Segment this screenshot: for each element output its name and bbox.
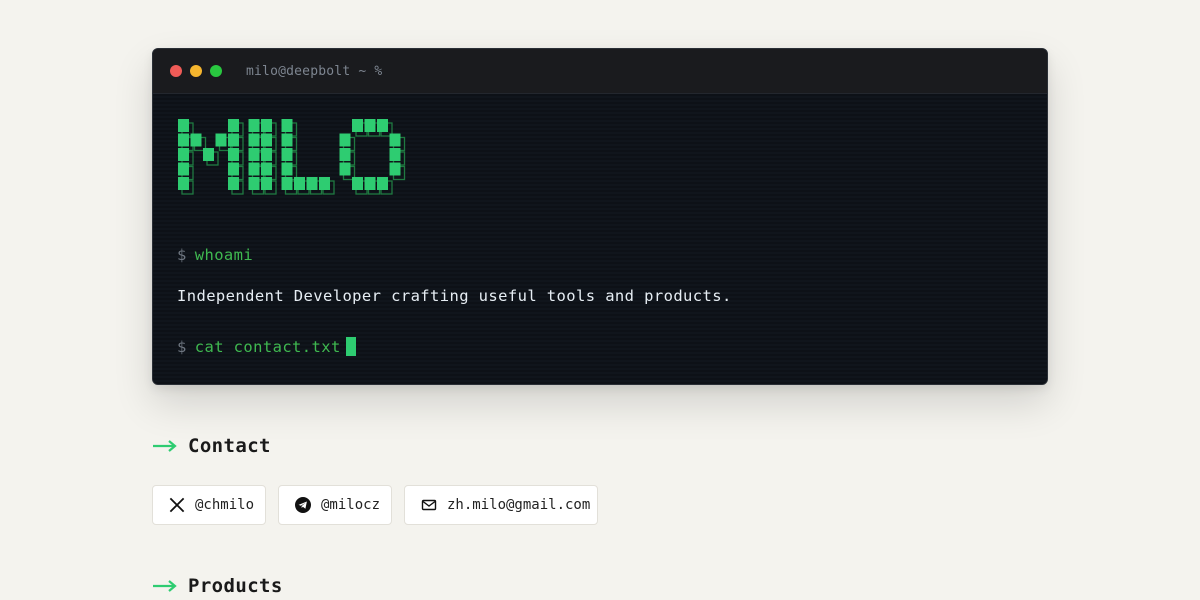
logo-block-cell	[248, 148, 260, 161]
logo-block-cell	[339, 133, 351, 147]
logo-block-cell	[389, 162, 401, 176]
logo-block-cell	[339, 162, 351, 176]
logo-block-cell	[190, 133, 202, 147]
logo-block-cell	[377, 177, 388, 190]
arrow-right-icon	[153, 440, 177, 452]
logo-block-cell	[178, 119, 189, 132]
section-title-contact: Contact	[188, 435, 271, 457]
logo-block-cell	[248, 133, 260, 147]
logo-block-cell	[306, 177, 318, 190]
products-section-header: Products	[152, 575, 283, 597]
logo-block-cell	[228, 162, 239, 176]
logo-block-cell	[248, 177, 260, 190]
terminal-body: $ whoami Independent Developer crafting u…	[153, 94, 1047, 384]
logo-block-cell	[228, 148, 239, 161]
section-title-products: Products	[188, 575, 283, 597]
email-link-button[interactable]: zh.milo@gmail.com	[404, 485, 598, 525]
logo-block-cell	[261, 162, 272, 176]
logo-block-cell	[319, 177, 330, 190]
logo-block-cell	[339, 148, 351, 161]
logo-block-cell	[352, 119, 363, 132]
prompt-sign: $	[177, 338, 187, 356]
prompt-line-cat[interactable]: $ cat contact.txt	[177, 337, 356, 356]
telegram-icon	[295, 497, 311, 513]
logo-block-cell	[364, 177, 376, 190]
logo-block-cell	[178, 148, 189, 161]
logo-block-cell	[281, 119, 293, 132]
prompt-line-whoami: $ whoami	[177, 246, 253, 264]
logo-block-cell	[389, 133, 401, 147]
arrow-right-icon	[153, 580, 177, 592]
logo-block-cell	[281, 148, 293, 161]
logo-block-cell	[178, 162, 189, 176]
prompt-sign: $	[177, 246, 187, 264]
command-text: cat contact.txt	[194, 338, 341, 356]
telegram-link-button[interactable]: @milocz	[278, 485, 392, 525]
terminal-title: milo@deepbolt ~ %	[246, 63, 383, 79]
logo-block-cell	[178, 177, 189, 190]
logo-block-cell	[294, 177, 305, 190]
logo-block-cell	[228, 133, 239, 147]
terminal-titlebar: milo@deepbolt ~ %	[153, 49, 1047, 94]
command-text: whoami	[194, 246, 254, 264]
logo-block-cell	[281, 162, 293, 176]
logo-block-cell	[228, 119, 239, 132]
logo-block-cell	[261, 119, 272, 132]
logo-block-cell	[352, 177, 363, 190]
milo-ascii-logo	[178, 119, 406, 195]
logo-block-cell	[261, 148, 272, 161]
maximize-window-button[interactable]	[210, 65, 222, 77]
logo-block-cell	[178, 133, 189, 147]
email-address: zh.milo@gmail.com	[447, 497, 591, 513]
mail-icon	[421, 497, 437, 513]
terminal-window: milo@deepbolt ~ % $ whoami Independent De…	[152, 48, 1048, 385]
logo-block-cell	[248, 119, 260, 132]
x-link-button[interactable]: @chmilo	[152, 485, 266, 525]
x-handle: @chmilo	[195, 497, 255, 513]
logo-block-cell	[261, 177, 272, 190]
command-output: Independent Developer crafting useful to…	[177, 287, 732, 305]
logo-block-cell	[215, 133, 227, 147]
logo-block-cell	[281, 133, 293, 147]
logo-block-cell	[377, 119, 388, 132]
telegram-handle: @milocz	[321, 497, 381, 513]
close-window-button[interactable]	[170, 65, 182, 77]
logo-block-cell	[389, 148, 401, 161]
logo-block-cell	[261, 133, 272, 147]
minimize-window-button[interactable]	[190, 65, 202, 77]
logo-block-cell	[203, 148, 214, 161]
logo-block-cell	[364, 119, 376, 132]
logo-block-cell	[248, 162, 260, 176]
contact-section-header: Contact	[152, 435, 271, 457]
x-logo-icon	[169, 497, 185, 513]
logo-block-cell	[281, 177, 293, 190]
text-cursor	[345, 337, 356, 356]
logo-block-cell	[228, 177, 239, 190]
